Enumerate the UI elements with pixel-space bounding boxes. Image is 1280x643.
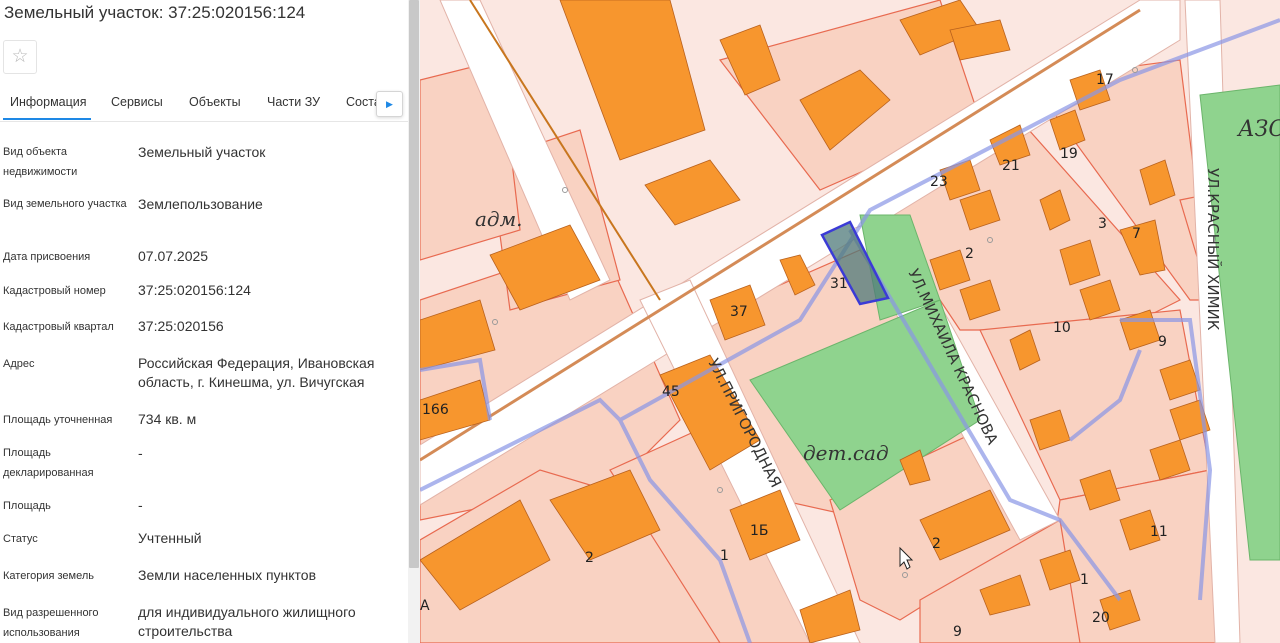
label-azo: АЗО bbox=[1236, 117, 1280, 142]
house-number: 2 bbox=[932, 536, 941, 552]
tab-services[interactable]: Сервисы bbox=[111, 95, 163, 109]
field-value: Землепользование bbox=[138, 196, 263, 212]
house-number: 11 bbox=[1150, 524, 1168, 540]
field-label: Вид объекта недвижимости bbox=[3, 146, 78, 178]
house-number: 45 bbox=[662, 384, 680, 400]
field-label: Кадастровый квартал bbox=[3, 321, 114, 333]
address-value: Российская Федерация, Ивановская область… bbox=[138, 355, 375, 390]
house-number: 9 bbox=[1158, 334, 1167, 350]
info-panel: Земельный участок: 37:25:020156:124 ☆ Ин… bbox=[0, 0, 420, 643]
label-kindergarten: дет.сад bbox=[803, 441, 889, 465]
field-value: Земли населенных пунктов bbox=[138, 567, 317, 583]
field-value: Земельный участок bbox=[138, 144, 266, 160]
field-label: Площадь bbox=[3, 500, 51, 512]
field-label: Категория земель bbox=[3, 570, 94, 582]
tab-scroll-right-icon[interactable]: ▶ bbox=[376, 91, 403, 117]
field-label: Статус bbox=[3, 533, 38, 545]
field-value: для индивидуального жилищного строительс… bbox=[138, 604, 356, 639]
field-value: 07.07.2025 bbox=[138, 248, 209, 264]
active-tab-indicator bbox=[3, 118, 91, 120]
scrollbar-thumb[interactable] bbox=[409, 0, 419, 568]
house-number: 9 bbox=[953, 624, 962, 640]
cadastral-map[interactable]: адм. дет.сад УЛ.ПРИГОРОДНАЯ УЛ.МИХАИЛА К… bbox=[420, 0, 1280, 643]
house-number: 1Б bbox=[750, 523, 769, 539]
tab-objects[interactable]: Объекты bbox=[189, 95, 241, 109]
field-label: Вид земельного участка bbox=[3, 198, 127, 210]
field-label: Площадь декларированная bbox=[3, 447, 94, 479]
field-label: Вид разрешенного использования bbox=[3, 607, 99, 639]
field-value: 37:25:020156 bbox=[138, 318, 224, 334]
label-street-khimik: УЛ.КРАСНЫЙ ХИМИК bbox=[1204, 168, 1223, 331]
field-value: - bbox=[138, 445, 143, 461]
house-number: 23 bbox=[930, 174, 948, 190]
tab-parts[interactable]: Части ЗУ bbox=[267, 95, 320, 109]
page-title: Земельный участок: 37:25:020156:124 bbox=[4, 3, 306, 22]
house-number: 20 bbox=[1092, 610, 1110, 626]
house-number: 3 bbox=[1098, 216, 1107, 232]
favorite-star-icon[interactable]: ☆ bbox=[3, 40, 37, 74]
house-number: 7 bbox=[1132, 226, 1141, 242]
field-label: Кадастровый номер bbox=[3, 285, 106, 297]
house-number: 2 bbox=[585, 550, 594, 566]
tab-info[interactable]: Информация bbox=[10, 95, 87, 109]
field-label: Дата присвоения bbox=[3, 251, 91, 263]
house-number: 1 bbox=[1080, 572, 1089, 588]
field-value: 734 кв. м bbox=[138, 411, 197, 427]
house-number: 2 bbox=[965, 246, 974, 262]
field-label: Площадь уточненная bbox=[3, 414, 113, 426]
field-value: - bbox=[138, 497, 143, 513]
field-label: Адрес bbox=[3, 358, 35, 370]
map-label: А bbox=[420, 598, 430, 614]
status-value: Учтенный bbox=[138, 530, 202, 546]
house-number: 166 bbox=[422, 402, 449, 418]
house-number: 17 bbox=[1096, 72, 1114, 88]
house-number: 37 bbox=[730, 304, 748, 320]
map-canvas[interactable]: адм. дет.сад УЛ.ПРИГОРОДНАЯ УЛ.МИХАИЛА К… bbox=[420, 0, 1280, 643]
house-number: 21 bbox=[1002, 158, 1020, 174]
cadastral-number-value: 37:25:020156:124 bbox=[138, 282, 251, 298]
label-adm: адм. bbox=[475, 207, 523, 231]
tab-bar: Информация Сервисы Объекты Части ЗУ Сост… bbox=[0, 84, 408, 122]
house-number: 19 bbox=[1060, 146, 1078, 162]
house-number: 1 bbox=[720, 548, 729, 564]
house-number: 31 bbox=[830, 276, 848, 292]
house-number: 10 bbox=[1053, 320, 1071, 336]
